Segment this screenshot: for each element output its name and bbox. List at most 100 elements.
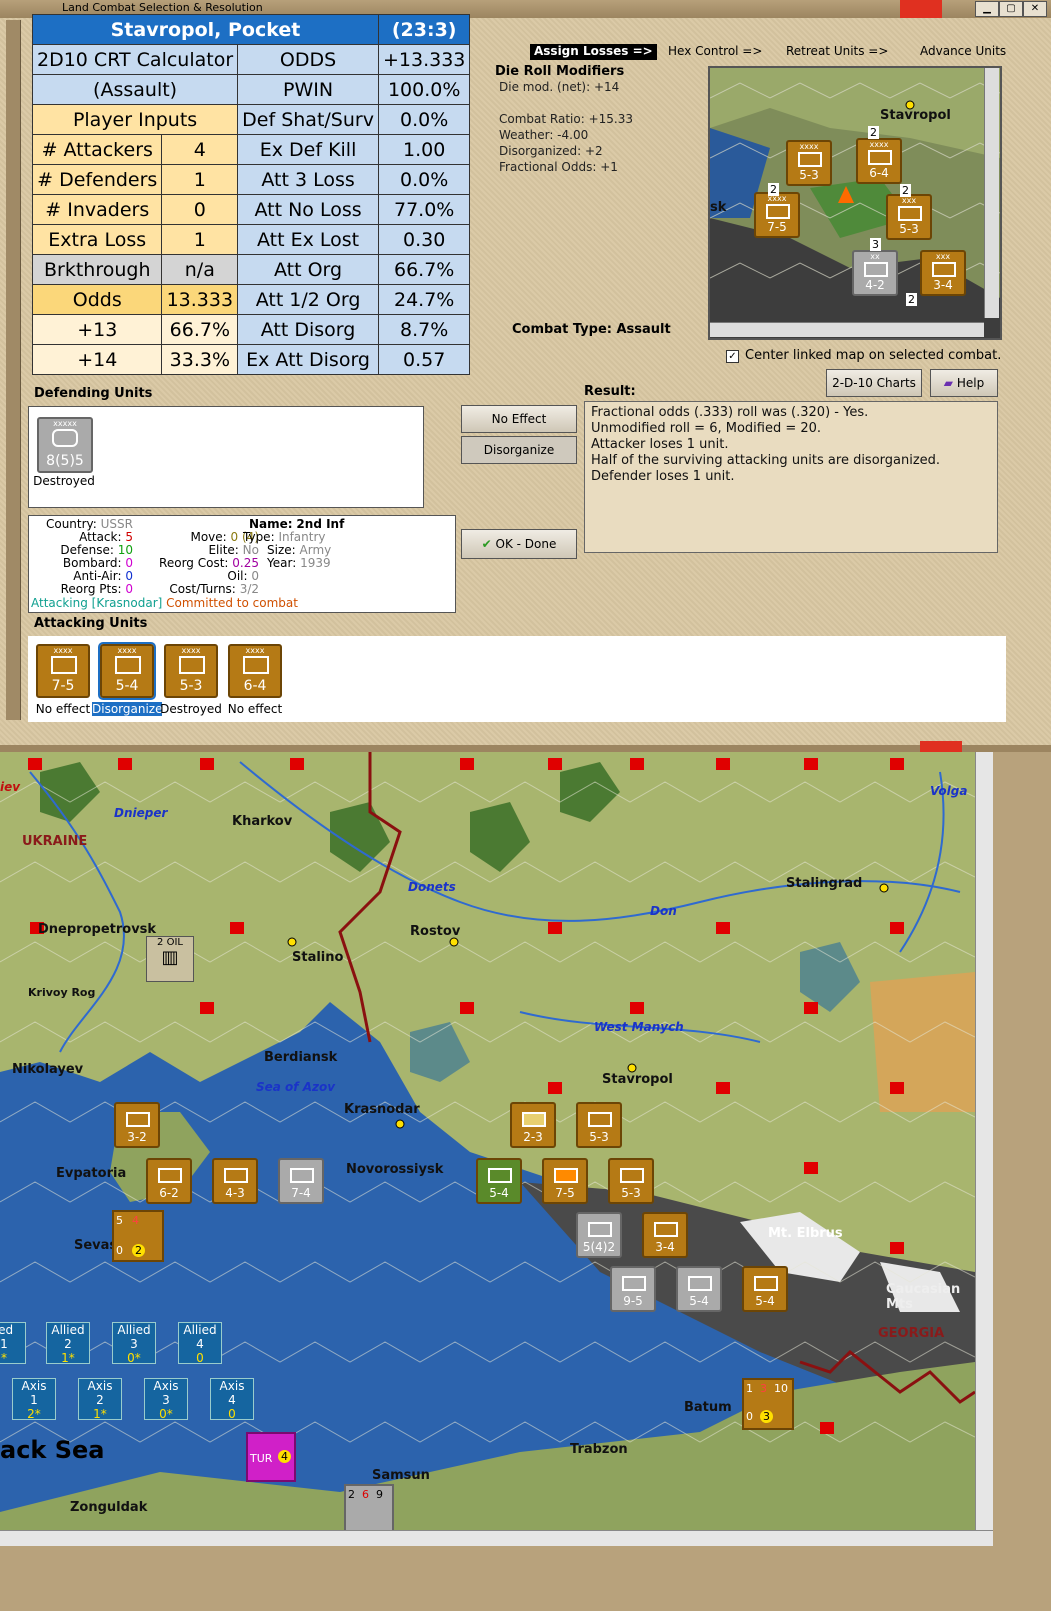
unit-size: xxxx (53, 646, 73, 655)
map-unit[interactable]: 5(4)2 (576, 1212, 622, 1258)
map-unit[interactable]: 5-3 (608, 1158, 654, 1204)
stack-count-badge: 2 (900, 184, 911, 197)
crt-row-value: 0.0% (377, 164, 471, 195)
map-unit[interactable]: 2-3 (510, 1102, 556, 1148)
help-button[interactable]: ▰ Help (930, 369, 998, 397)
turkish-air-unit[interactable]: TUR 4 (246, 1432, 296, 1482)
oil-resource[interactable]: 2 OIL ▥ (146, 936, 194, 982)
map-unit[interactable]: 4-3 (212, 1158, 258, 1204)
map-unit[interactable]: 7-4 (278, 1158, 324, 1204)
unit-type-icon (522, 1112, 546, 1127)
invaders-input[interactable]: 0 (161, 194, 239, 225)
minimap-unit[interactable]: xxxx 5-3 (786, 140, 832, 186)
tab-retreat-units[interactable]: Retreat Units => (786, 44, 888, 60)
unit-strength: 4-2 (865, 278, 885, 292)
map-hscrollbar[interactable] (0, 1530, 993, 1547)
maximize-button[interactable]: ▢ (999, 1, 1023, 17)
map-unit[interactable]: 5-4 (742, 1266, 788, 1312)
control-marker (548, 1082, 562, 1094)
axis-box[interactable]: Axis 3 0* (144, 1378, 188, 1421)
attacking-unit-counter-selected[interactable]: xxxx 5-4 (98, 642, 156, 700)
river-label: iev (0, 780, 21, 794)
info-label: Anti-Air: (73, 569, 122, 583)
disorganize-button[interactable]: Disorganize (461, 436, 577, 464)
axis-val: 0 (228, 1407, 236, 1421)
axis-box[interactable]: Axis 4 0 (210, 1378, 254, 1421)
minimap-vscrollbar[interactable] (984, 68, 999, 318)
unit-strength: 3-4 (655, 1240, 675, 1254)
minimap-hscrollbar[interactable] (710, 322, 984, 337)
tab-assign-losses[interactable]: Assign Losses => (530, 44, 657, 60)
minimap-unit[interactable]: xxxx 6-4 (856, 138, 902, 184)
axis-num: 1 (30, 1393, 38, 1407)
strategic-map[interactable]: Kharkov Dnepropetrovsk Stalino Rostov St… (0, 752, 975, 1530)
die-roll-heading: Die Roll Modifiers (495, 64, 625, 79)
ok-done-button[interactable]: ✔ OK - Done (461, 529, 577, 559)
info-type: Infantry (278, 530, 326, 544)
axis-box[interactable]: Axis 1 2* (12, 1378, 56, 1421)
map-city: Nikolayev (12, 1062, 84, 1077)
defenders-input[interactable]: 1 (161, 164, 239, 195)
map-unit[interactable]: 6-2 (146, 1158, 192, 1204)
crt-input-label: # Invaders (31, 194, 163, 225)
infantry-icon (179, 656, 205, 674)
unit-size: xxxx (245, 646, 265, 655)
allied-box[interactable]: Allied 3 0* (112, 1322, 156, 1365)
attackers-input[interactable]: 4 (161, 134, 239, 165)
result-heading: Result: (584, 384, 636, 399)
unit-strength: 4-3 (225, 1186, 245, 1200)
attacking-unit-status: Disorganized (92, 702, 171, 716)
crt-row-value: 77.0% (377, 194, 471, 225)
axis-box[interactable]: Axis 2 1* (78, 1378, 122, 1421)
map-city: Batum (684, 1400, 732, 1415)
extra-loss-input[interactable]: 1 (161, 224, 239, 255)
map-unit[interactable]: 3-4 (642, 1212, 688, 1258)
map-unit[interactable]: 7-5 (542, 1158, 588, 1204)
checkbox-box[interactable]: ✓ (726, 350, 739, 363)
minimap-unit[interactable]: xxx 3-4 (920, 250, 966, 296)
map-city: Novorossiysk (346, 1162, 444, 1177)
control-marker (716, 1082, 730, 1094)
minimap-unit[interactable]: xxxx 7-5 (754, 192, 800, 238)
map-unit[interactable]: 5-3 (576, 1102, 622, 1148)
map-vscrollbar[interactable] (975, 752, 994, 1530)
close-button[interactable]: ✕ (1023, 1, 1047, 17)
attacking-unit-counter[interactable]: xxxx 5-3 (164, 644, 218, 698)
attacking-units-panel: xxxx 7-5 No effect xxxx 5-4 Disorganized… (28, 636, 1006, 722)
minimap-unit[interactable]: xx 4-2 (852, 250, 898, 296)
allied-num: 3 (130, 1337, 138, 1351)
ok-done-label: OK - Done (495, 537, 557, 551)
batum-stack[interactable]: 1 3 10 0 3 (742, 1378, 794, 1430)
tab-advance-units[interactable]: Advance Units (920, 44, 1006, 60)
attacking-unit-status: Destroyed (160, 702, 222, 716)
control-marker (548, 758, 562, 770)
allied-box[interactable]: Allied 2 1* (46, 1322, 90, 1365)
axis-num: 2 (96, 1393, 104, 1407)
map-unit[interactable]: 3-2 (114, 1102, 160, 1148)
map-unit[interactable]: 9-5 (610, 1266, 656, 1312)
minimap-unit[interactable]: xxx 5-3 (886, 194, 932, 240)
charts-button[interactable]: 2-D-10 Charts (826, 369, 922, 397)
linked-minimap[interactable]: Stavropol sk xxxx 5-3 xxxx 6-4 xxxx 7-5 … (708, 66, 1002, 340)
map-unit[interactable]: 5-4 (676, 1266, 722, 1312)
allied-box[interactable]: ied1* (0, 1322, 26, 1365)
info-attack: 5 (125, 530, 133, 544)
cavalry-icon (932, 262, 956, 277)
tab-hex-control[interactable]: Hex Control => (668, 44, 762, 60)
map-unit[interactable]: 5-4 (476, 1158, 522, 1204)
control-marker (28, 758, 42, 770)
no-effect-button[interactable]: No Effect (461, 405, 577, 433)
defending-unit-counter[interactable]: xxxxx 8(5)5 (37, 417, 93, 473)
allied-box[interactable]: Allied 4 0 (178, 1322, 222, 1365)
axis-label: Axis (87, 1379, 113, 1393)
sevastopol-stack[interactable]: 5 4 0 2 (112, 1210, 164, 1262)
minimize-button[interactable]: ▁ (975, 1, 999, 17)
infantry-icon (868, 150, 892, 165)
breakthrough-input[interactable]: n/a (161, 254, 239, 285)
attacking-unit-counter[interactable]: xxxx 6-4 (228, 644, 282, 698)
attacking-unit-counter[interactable]: xxxx 7-5 (36, 644, 90, 698)
samsun-stack[interactable]: 2 6 9 (344, 1484, 394, 1530)
center-linked-checkbox[interactable]: ✓ Center linked map on selected combat. (726, 348, 1001, 363)
odds-value: +13.333 (377, 44, 471, 75)
crt-odds-label: Odds (31, 284, 163, 315)
